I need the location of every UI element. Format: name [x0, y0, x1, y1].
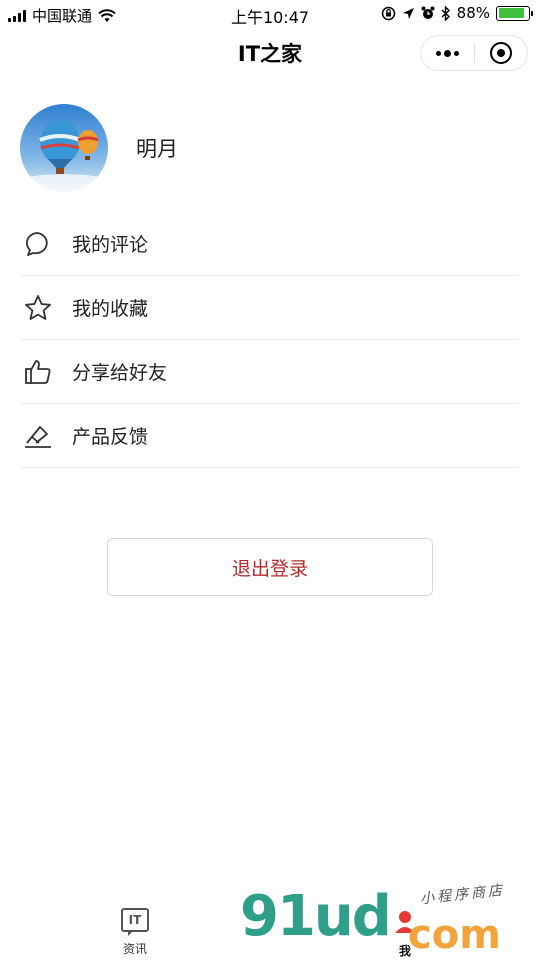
feedback-icon: [22, 420, 54, 452]
watermark-tagline: 小程序商店: [419, 882, 506, 908]
tab-news[interactable]: IT 资讯: [105, 908, 165, 957]
menu-item-feedback[interactable]: 产品反馈: [20, 404, 518, 468]
profile-header: 明月: [20, 104, 178, 192]
menu-item-my-comments[interactable]: 我的评论: [20, 212, 518, 276]
alarm-icon: [421, 6, 435, 19]
thumbs-up-icon: [22, 356, 54, 388]
status-bar: 中国联通 上午10:47 88%: [0, 0, 540, 28]
battery-percent: 88%: [456, 4, 490, 22]
menu-item-share[interactable]: 分享给好友: [20, 340, 518, 404]
more-button[interactable]: [421, 36, 474, 70]
lock-rotation-icon: [381, 6, 395, 20]
battery-fill: [498, 8, 525, 18]
mini-program-capsule: [420, 35, 528, 71]
avatar[interactable]: [20, 104, 108, 192]
status-right: 88%: [381, 4, 533, 22]
battery-icon: [496, 5, 533, 21]
logout-button[interactable]: 退出登录: [107, 538, 433, 596]
close-mini-program-button[interactable]: [474, 36, 527, 70]
menu-label-share: 分享给好友: [72, 362, 168, 384]
menu-label-my-comments: 我的评论: [72, 234, 149, 256]
menu-label-feedback: 产品反馈: [72, 426, 149, 448]
watermark-brand: 91ud: [240, 884, 392, 949]
watermark: 91ud com 小程序商店: [240, 880, 540, 960]
user-name: 明月: [136, 137, 178, 161]
watermark-domain: com: [408, 912, 501, 958]
menu-label-my-favorites: 我的收藏: [72, 298, 149, 320]
bluetooth-icon: [441, 5, 450, 21]
tab-label-news: 资讯: [122, 942, 147, 956]
more-icon: [435, 49, 459, 57]
nav-bar: IT之家: [0, 28, 540, 78]
location-icon: [402, 7, 414, 19]
menu-list: 我的评论 我的收藏 分享给好友 产品反馈: [20, 212, 518, 468]
star-icon: [22, 292, 54, 324]
comment-icon: [22, 228, 54, 260]
hot-air-balloon-icon: [20, 104, 108, 192]
menu-item-my-favorites[interactable]: 我的收藏: [20, 276, 518, 340]
target-icon: [489, 42, 512, 64]
it-news-icon: IT: [121, 908, 149, 936]
